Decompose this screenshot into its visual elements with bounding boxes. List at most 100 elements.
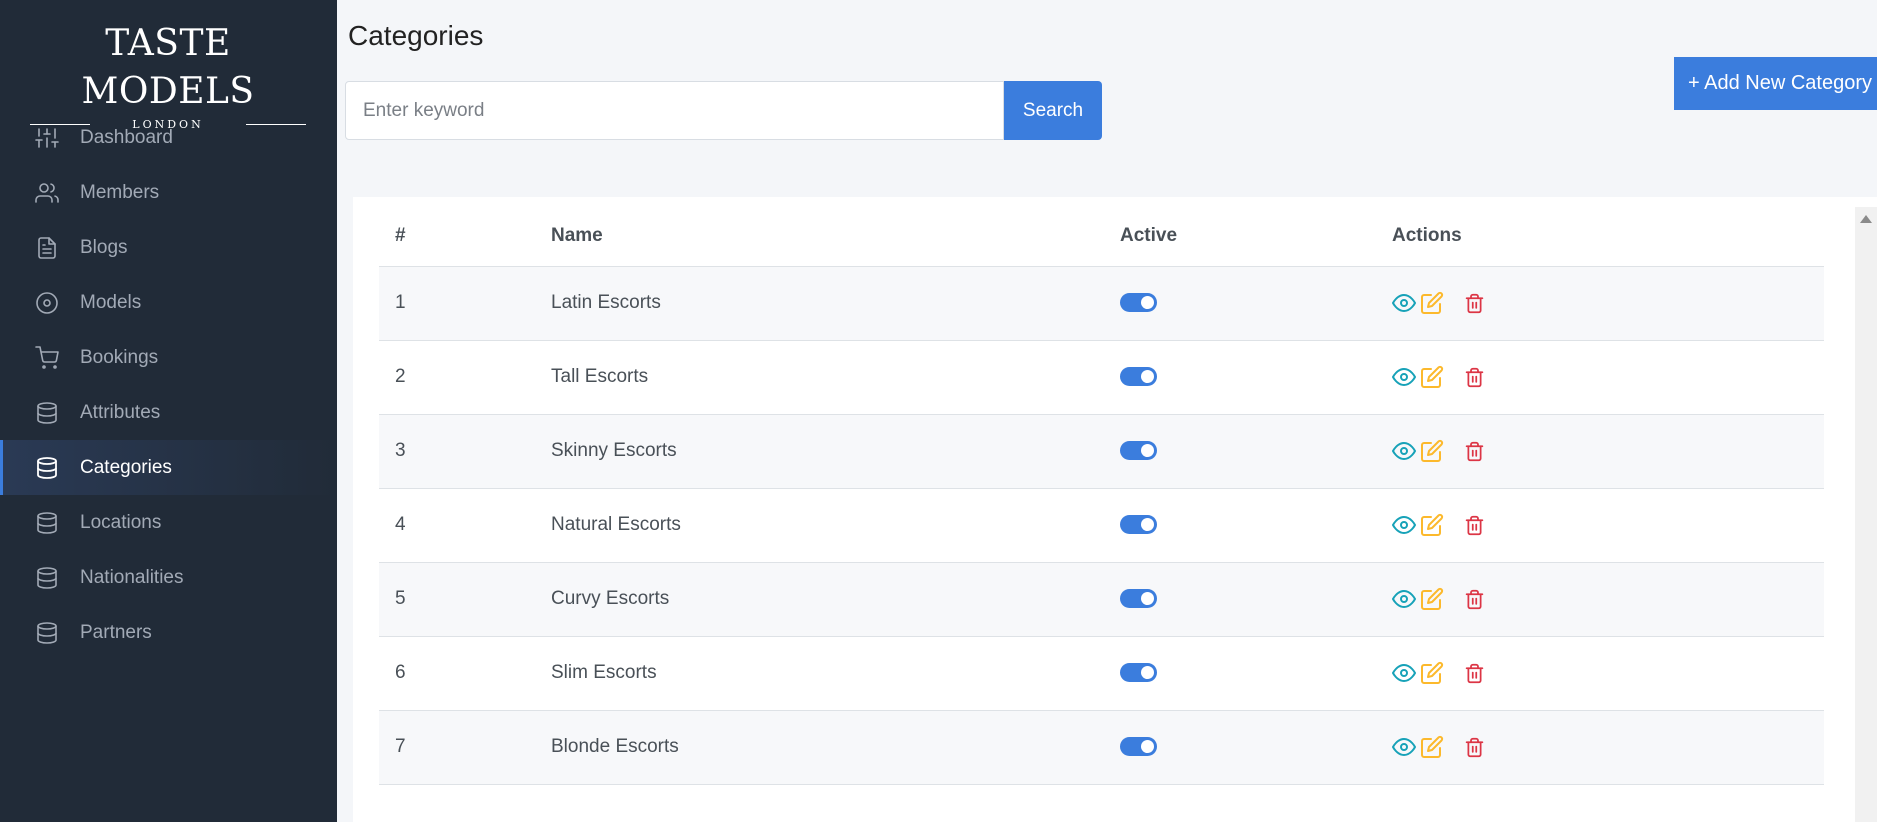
edit-icon	[1421, 735, 1444, 758]
column-header-active: Active	[1104, 207, 1376, 267]
sidebar-item-label: Categories	[80, 456, 172, 478]
row-actions	[1376, 488, 1824, 563]
sidebar-item-models[interactable]: Models	[0, 275, 337, 330]
sidebar-item-label: Bookings	[80, 346, 159, 368]
row-number: 5	[379, 562, 535, 637]
table-row: 3 Skinny Escorts	[379, 414, 1824, 489]
row-active-cell	[1104, 340, 1376, 415]
edit-button[interactable]	[1420, 365, 1444, 389]
database-icon	[37, 566, 57, 589]
database-icon	[37, 456, 57, 479]
edit-icon	[1421, 365, 1444, 388]
view-button[interactable]	[1392, 735, 1416, 759]
sidebar-item-label: Dashboard	[80, 126, 173, 148]
row-name: Curvy Escorts	[535, 562, 1104, 637]
delete-button[interactable]	[1464, 291, 1488, 315]
categories-table: # Name Active Actions 1 Latin Escorts 2 …	[379, 207, 1824, 785]
active-toggle[interactable]	[1120, 293, 1157, 313]
column-header-name: Name	[535, 207, 1104, 267]
column-header-number: #	[379, 207, 535, 267]
delete-button[interactable]	[1464, 587, 1488, 611]
search-button[interactable]: Search	[1004, 81, 1102, 140]
table-row: 7 Blonde Escorts	[379, 710, 1824, 785]
row-name: Latin Escorts	[535, 266, 1104, 341]
edit-icon	[1421, 661, 1444, 684]
users-icon	[35, 182, 59, 203]
categories-card: # Name Active Actions 1 Latin Escorts 2 …	[353, 197, 1877, 822]
view-button[interactable]	[1392, 661, 1416, 685]
view-button[interactable]	[1392, 513, 1416, 537]
sidebar-item-bookings[interactable]: Bookings	[0, 330, 337, 385]
sidebar-item-label: Attributes	[80, 401, 161, 423]
sidebar-item-partners[interactable]: Partners	[0, 605, 337, 660]
scroll-up-arrow-icon[interactable]	[1860, 215, 1872, 223]
view-button[interactable]	[1392, 291, 1416, 315]
sliders-icon	[35, 127, 59, 148]
eye-icon	[1392, 294, 1416, 312]
eye-icon	[1392, 738, 1416, 756]
delete-button[interactable]	[1464, 661, 1488, 685]
edit-button[interactable]	[1420, 661, 1444, 685]
delete-button[interactable]	[1464, 513, 1488, 537]
view-button[interactable]	[1392, 587, 1416, 611]
eye-icon	[1392, 590, 1416, 608]
search-input[interactable]	[345, 81, 1004, 140]
row-actions	[1376, 636, 1824, 711]
edit-button[interactable]	[1420, 735, 1444, 759]
table-row: 5 Curvy Escorts	[379, 562, 1824, 637]
eye-icon	[1392, 516, 1416, 534]
add-category-button[interactable]: + Add New Category	[1674, 57, 1877, 110]
view-button[interactable]	[1392, 439, 1416, 463]
database-icon	[37, 621, 57, 644]
edit-icon	[1421, 439, 1444, 462]
trash-icon	[1465, 737, 1484, 758]
table-row: 1 Latin Escorts	[379, 266, 1824, 341]
row-name: Skinny Escorts	[535, 414, 1104, 489]
sidebar-item-label: Models	[80, 291, 142, 313]
sidebar-item-categories[interactable]: Categories	[0, 440, 337, 495]
sidebar-item-attributes[interactable]: Attributes	[0, 385, 337, 440]
view-button[interactable]	[1392, 365, 1416, 389]
row-number: 7	[379, 710, 535, 785]
delete-button[interactable]	[1464, 365, 1488, 389]
vertical-scrollbar[interactable]	[1855, 207, 1877, 822]
trash-icon	[1465, 367, 1484, 388]
document-icon	[38, 236, 56, 259]
active-toggle[interactable]	[1120, 663, 1157, 683]
row-active-cell	[1104, 636, 1376, 711]
edit-button[interactable]	[1420, 587, 1444, 611]
sidebar-item-members[interactable]: Members	[0, 165, 337, 220]
database-icon	[37, 511, 57, 534]
active-toggle[interactable]	[1120, 515, 1157, 535]
edit-button[interactable]	[1420, 513, 1444, 537]
active-toggle[interactable]	[1120, 441, 1157, 461]
active-toggle[interactable]	[1120, 589, 1157, 609]
table-row: 2 Tall Escorts	[379, 340, 1824, 415]
edit-button[interactable]	[1420, 439, 1444, 463]
row-actions	[1376, 340, 1824, 415]
column-header-actions: Actions	[1376, 207, 1824, 267]
edit-icon	[1421, 587, 1444, 610]
row-name: Natural Escorts	[535, 488, 1104, 563]
sidebar-item-blogs[interactable]: Blogs	[0, 220, 337, 275]
active-toggle[interactable]	[1120, 367, 1157, 387]
edit-button[interactable]	[1420, 291, 1444, 315]
active-toggle[interactable]	[1120, 737, 1157, 757]
eye-icon	[1392, 442, 1416, 460]
row-active-cell	[1104, 414, 1376, 489]
delete-button[interactable]	[1464, 439, 1488, 463]
sidebar: TASTE MODELS LONDON Dashboard Members Bl…	[0, 0, 337, 822]
row-number: 1	[379, 266, 535, 341]
brand-title: TASTE MODELS	[81, 23, 255, 112]
delete-button[interactable]	[1464, 735, 1488, 759]
sidebar-item-dashboard[interactable]: Dashboard	[0, 110, 337, 165]
page-title: Categories	[348, 20, 484, 51]
trash-icon	[1465, 589, 1484, 610]
sidebar-item-locations[interactable]: Locations	[0, 495, 337, 550]
table-body: 1 Latin Escorts 2 Tall Escorts 3 Skinny …	[379, 266, 1824, 785]
row-number: 4	[379, 488, 535, 563]
edit-icon	[1421, 291, 1444, 314]
sidebar-item-nationalities[interactable]: Nationalities	[0, 550, 337, 605]
row-actions	[1376, 710, 1824, 785]
sidebar-item-label: Locations	[80, 511, 162, 533]
